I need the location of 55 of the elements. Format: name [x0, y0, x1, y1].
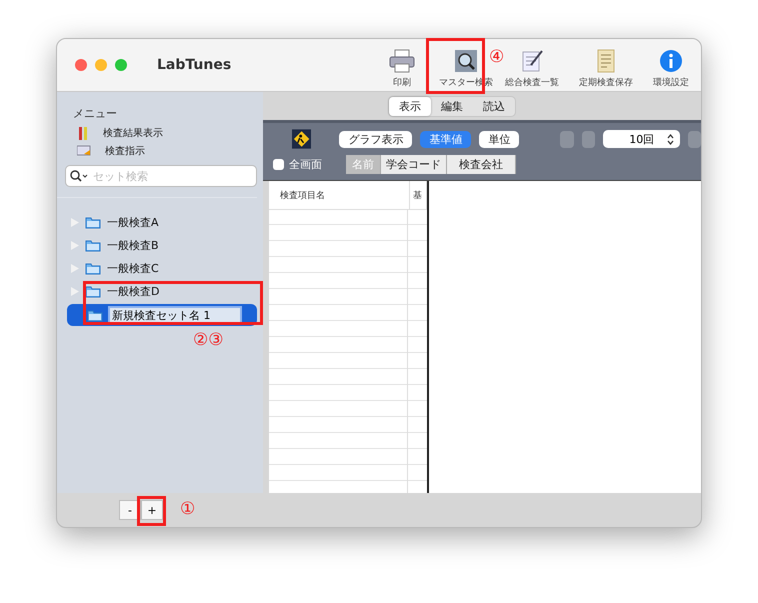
step-number: ②③: [193, 330, 224, 350]
step-number: ①: [180, 499, 196, 519]
sort-tab[interactable]: 学会コード: [381, 155, 447, 174]
folder-label[interactable]: 一般検査A: [107, 215, 159, 230]
next-button[interactable]: [688, 130, 701, 148]
stepper-arrows-icon: [666, 134, 674, 144]
folder-icon: [85, 216, 101, 229]
fullscreen-checkbox[interactable]: [273, 159, 284, 170]
highlight-frame: [426, 38, 485, 94]
info-icon: [659, 49, 683, 73]
folder-icon: [85, 239, 101, 252]
view-tab[interactable]: 編集: [431, 96, 473, 116]
toolbar-button[interactable]: 環境設定: [647, 49, 695, 89]
first-page-button[interactable]: [560, 130, 574, 148]
folder-label[interactable]: 一般検査B: [107, 238, 159, 253]
step-number: ④: [489, 47, 504, 67]
window-title: LabTunes: [157, 57, 232, 73]
close-button[interactable]: [75, 59, 87, 71]
toolbar-button[interactable]: 定期検査保存: [565, 49, 647, 89]
previous-button[interactable]: [582, 130, 596, 148]
sort-tab[interactable]: 検査会社: [447, 155, 516, 174]
menu-item[interactable]: 検査結果表示: [103, 126, 163, 140]
folder-icon: [87, 308, 103, 322]
disclosure-triangle-icon[interactable]: [71, 218, 79, 227]
column-header[interactable]: 検査項目名: [269, 181, 410, 209]
folder-icon: [85, 285, 101, 298]
folder-icon: [85, 262, 101, 275]
view-tab[interactable]: 表示: [389, 96, 431, 116]
clipboard-icon: [77, 145, 91, 157]
column-header[interactable]: 基: [410, 181, 427, 209]
search-input[interactable]: セット検索: [91, 168, 235, 184]
menu-item[interactable]: 検査指示: [105, 144, 145, 158]
test-tubes-icon: [77, 126, 89, 140]
filter-button[interactable]: 単位: [479, 130, 520, 148]
zoom-button[interactable]: [115, 59, 127, 71]
disclosure-triangle-icon[interactable]: [71, 241, 79, 250]
disclosure-triangle-icon[interactable]: [71, 264, 79, 273]
search-icon: [70, 170, 88, 182]
view-tab[interactable]: 読込: [473, 96, 515, 116]
folder-label[interactable]: 一般検査C: [107, 261, 159, 276]
construction-sign-icon: [292, 129, 312, 149]
menu-heading: メニュー: [72, 106, 118, 122]
count-stepper[interactable]: 10回: [603, 130, 680, 148]
search-field[interactable]: セット検索: [65, 165, 257, 187]
filter-button[interactable]: グラフ表示: [339, 130, 412, 148]
folder-label[interactable]: 一般検査D: [107, 284, 160, 299]
highlight-frame: [137, 496, 166, 526]
disclosure-triangle-icon[interactable]: [71, 287, 79, 296]
filter-button[interactable]: 基準値: [420, 130, 472, 148]
minimize-button[interactable]: [95, 59, 107, 71]
toolbar-button[interactable]: 印刷: [371, 49, 433, 89]
printer-icon: [389, 49, 415, 73]
add-button[interactable]: +: [141, 500, 163, 520]
magnifier-icon: [453, 49, 479, 73]
checkbox-label: 全画面: [289, 157, 322, 172]
